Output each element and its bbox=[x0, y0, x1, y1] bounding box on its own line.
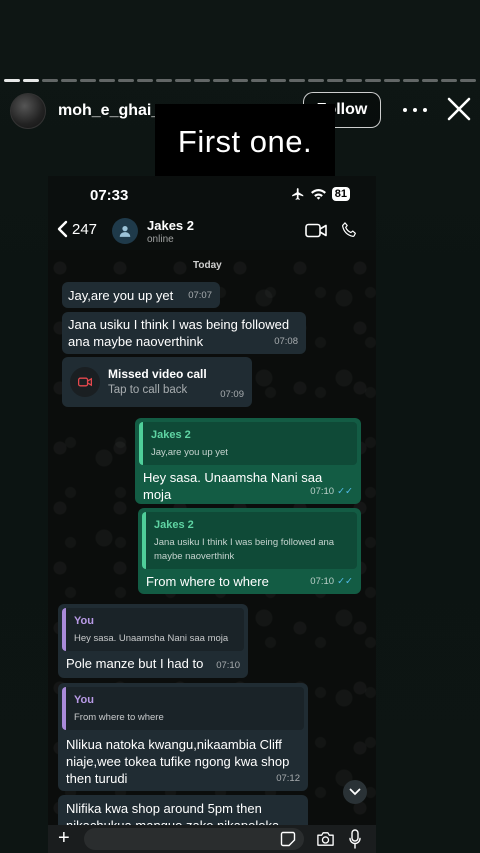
back-chevron-icon bbox=[57, 220, 68, 238]
missed-video-call-icon bbox=[70, 367, 100, 397]
back-button[interactable]: 247 bbox=[56, 220, 97, 238]
quote-author: You bbox=[74, 694, 94, 706]
story-progress-bar bbox=[4, 79, 476, 82]
message-time: 07:10 bbox=[216, 660, 240, 671]
message-text: Nlikua natoka kwangu,nikaambia Cliff nia… bbox=[66, 737, 290, 786]
story-caption: First one. bbox=[155, 104, 335, 180]
message-incoming[interactable]: Jana usiku I think I was being followed … bbox=[62, 312, 306, 354]
quote-author: Jakes 2 bbox=[154, 519, 194, 531]
message-time: 07:07 bbox=[188, 290, 212, 301]
message-outgoing[interactable]: Jakes 2 Jana usiku I think I was being f… bbox=[138, 508, 361, 594]
more-icon[interactable] bbox=[403, 100, 427, 120]
avatar[interactable] bbox=[10, 93, 46, 129]
quoted-message[interactable]: Jakes 2 Jana usiku I think I was being f… bbox=[142, 512, 357, 569]
quote-author: You bbox=[74, 615, 94, 627]
wifi-icon bbox=[310, 189, 326, 200]
missed-call-title: Missed video call bbox=[108, 367, 207, 381]
message-text: Jana usiku I think I was being followed … bbox=[68, 317, 290, 349]
quote-author: Jakes 2 bbox=[151, 429, 191, 441]
quoted-message[interactable]: You Hey sasa. Unaamsha Nani saa moja bbox=[62, 608, 244, 651]
chevron-down-icon[interactable] bbox=[343, 780, 367, 804]
username[interactable]: moh_e_ghai_ bbox=[58, 102, 160, 120]
video-call-icon[interactable] bbox=[305, 223, 327, 238]
date-separator: Today bbox=[193, 260, 222, 271]
message-time: 07:10 bbox=[310, 576, 335, 587]
chat-messages[interactable]: Today Jay,are you up yet 07:07 Jana usik… bbox=[48, 250, 376, 825]
contact-status: online bbox=[147, 234, 174, 245]
quoted-message[interactable]: You From where to where bbox=[62, 687, 304, 730]
phone-clock: 07:33 bbox=[90, 187, 129, 204]
chat-screenshot: 07:33 81 247 Jakes 2 online Today Jay,ar… bbox=[48, 176, 376, 853]
missed-video-call-message[interactable]: Missed video call Tap to call back 07:09 bbox=[62, 357, 252, 407]
contact-name[interactable]: Jakes 2 bbox=[147, 218, 194, 233]
close-icon[interactable] bbox=[446, 96, 472, 122]
message-incoming[interactable]: You From where to where Nlikua natoka kw… bbox=[58, 683, 308, 791]
message-outgoing[interactable]: Jakes 2 Jay,are you up yet Hey sasa. Una… bbox=[135, 418, 361, 504]
chat-header: 247 Jakes 2 online bbox=[48, 214, 376, 250]
unread-count: 247 bbox=[72, 220, 98, 238]
quote-text: Hey sasa. Unaamsha Nani saa moja bbox=[74, 633, 229, 644]
read-ticks-icon: ✓✓ bbox=[337, 486, 353, 497]
phone-status-bar: 07:33 81 bbox=[48, 176, 376, 216]
message-composer: + bbox=[48, 825, 376, 853]
plus-icon[interactable]: + bbox=[58, 827, 70, 850]
message-text: Nlifika kwa shop around 5pm then nikachu… bbox=[66, 801, 279, 825]
message-incoming[interactable]: You Hey sasa. Unaamsha Nani saa moja Pol… bbox=[58, 604, 248, 678]
camera-icon[interactable] bbox=[316, 831, 335, 847]
quoted-message[interactable]: Jakes 2 Jay,are you up yet bbox=[139, 422, 357, 465]
message-time: 07:10 bbox=[310, 486, 335, 497]
message-time: 07:12 bbox=[276, 773, 300, 784]
missed-call-subtitle: Tap to call back bbox=[108, 384, 188, 396]
quote-text: Jana usiku I think I was being followed … bbox=[154, 537, 335, 562]
phone-icon[interactable] bbox=[340, 221, 358, 239]
message-incoming[interactable]: Nlifika kwa shop around 5pm then nikachu… bbox=[58, 795, 308, 825]
airplane-icon bbox=[291, 188, 303, 200]
read-ticks-icon: ✓✓ bbox=[337, 576, 353, 587]
message-input[interactable] bbox=[84, 828, 304, 850]
sticker-icon[interactable] bbox=[280, 831, 296, 847]
message-incoming[interactable]: Jay,are you up yet 07:07 bbox=[62, 282, 220, 308]
message-time: 07:08 bbox=[274, 336, 298, 347]
contact-avatar-icon[interactable] bbox=[112, 218, 138, 244]
mic-icon[interactable] bbox=[349, 829, 361, 849]
battery-level: 81 bbox=[331, 187, 350, 201]
quote-text: From where to where bbox=[74, 712, 164, 723]
message-time: 07:09 bbox=[220, 389, 244, 400]
quote-text: Jay,are you up yet bbox=[151, 447, 228, 458]
